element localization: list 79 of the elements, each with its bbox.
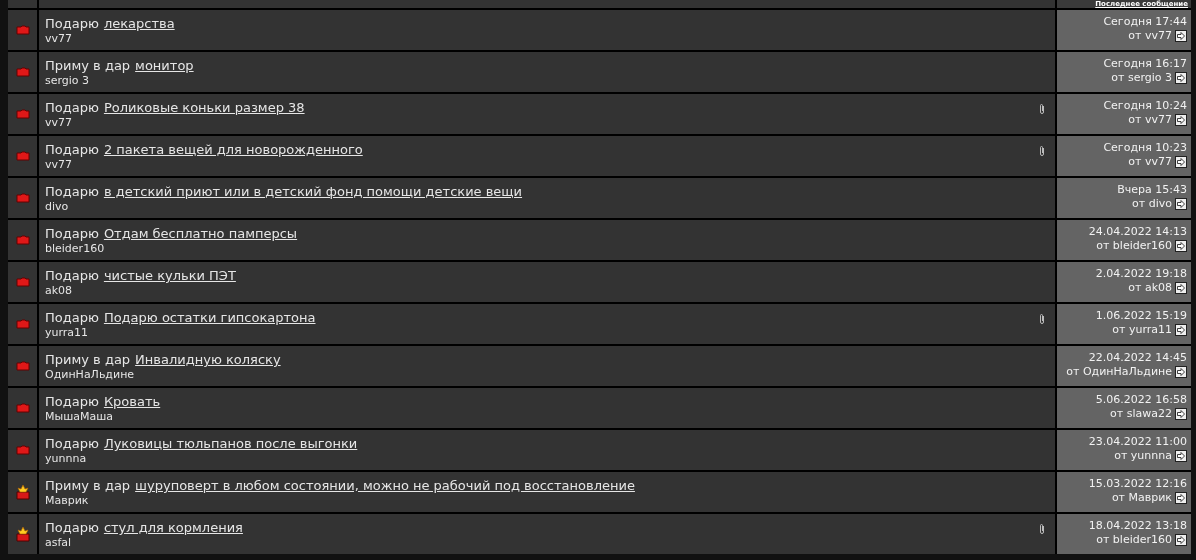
last-post-date: 2.04.2022 19:18 [1095, 267, 1187, 281]
go-to-post-icon[interactable] [1175, 156, 1187, 168]
go-to-post-icon[interactable] [1175, 408, 1187, 420]
last-post-author: от sergio 3 [1111, 71, 1172, 85]
last-post-author: от bleider160 [1096, 239, 1172, 253]
last-post-date: 18.04.2022 13:18 [1088, 519, 1187, 533]
go-to-post-icon[interactable] [1175, 240, 1187, 252]
thread-title-link[interactable]: стул для кормления [103, 519, 243, 536]
thread-author: vv77 [45, 32, 74, 46]
thread-author: vv77 [45, 116, 74, 130]
thread-title-link[interactable]: Роликовые коньки размер 38 [103, 99, 305, 116]
last-post-date: Сегодня 16:17 [1103, 57, 1187, 71]
thread-title-link[interactable]: Луковицы тюльпанов после выгонки [103, 435, 358, 452]
thread-author: yurra11 [45, 326, 90, 340]
thread-prefix: Подарю [45, 99, 99, 116]
last-post-author: от yunnna [1114, 449, 1172, 463]
thread-author: yunnna [45, 452, 88, 466]
thread-prefix: Подарю [45, 435, 99, 452]
thread-prefix: Приму в дар [45, 57, 131, 74]
last-post-date: 22.04.2022 14:45 [1088, 351, 1187, 365]
go-to-post-icon[interactable] [1175, 30, 1187, 42]
go-to-post-icon[interactable] [1175, 534, 1187, 546]
go-to-post-icon[interactable] [1175, 324, 1187, 336]
go-to-post-icon[interactable] [1175, 492, 1187, 504]
last-post-author: от divo [1132, 197, 1172, 211]
thread-prefix: Подарю [45, 225, 99, 242]
thread-prefix: Подарю [45, 15, 99, 32]
last-post-date: 5.06.2022 16:58 [1095, 393, 1187, 407]
thread-title-link[interactable]: Инвалидную коляску [135, 351, 281, 368]
thread-author: ОдинНаЛьдине [45, 368, 136, 382]
thread-title-link[interactable]: в детский приют или в детский фонд помощи детские вещи [103, 183, 523, 200]
thread-prefix: Подарю [45, 183, 99, 200]
thread-title-link[interactable]: шуруповерт в любом состоянии, можно не рабочий под восстановление [135, 477, 635, 494]
thread-prefix: Подарю [45, 141, 99, 158]
last-post-author: от yurra11 [1112, 323, 1172, 337]
last-post-author: от slawa22 [1110, 407, 1172, 421]
thread-author: МышаМаша [45, 410, 115, 424]
last-post-date: Сегодня 10:24 [1103, 99, 1187, 113]
thread-title-link[interactable]: монитор [135, 57, 194, 74]
last-post-date: 1.06.2022 15:19 [1095, 309, 1187, 323]
go-to-post-icon[interactable] [1175, 450, 1187, 462]
last-post-date: Сегодня 17:44 [1103, 15, 1187, 29]
thread-prefix: Подарю [45, 267, 99, 284]
thread-author: sergio 3 [45, 74, 91, 88]
last-post-author: от vv77 [1128, 155, 1172, 169]
header-cell [8, 0, 37, 8]
go-to-post-icon[interactable] [1175, 198, 1187, 210]
last-post-date: Вчера 15:43 [1117, 183, 1187, 197]
thread-title-link[interactable]: Отдам бесплатно памперсы [103, 225, 298, 242]
thread-title-link[interactable]: лекарства [103, 15, 175, 32]
thread-author: divo [45, 200, 70, 214]
last-post-author: от vv77 [1128, 29, 1172, 43]
thread-author: Маврик [45, 494, 90, 508]
last-post-date: Сегодня 10:23 [1103, 141, 1187, 155]
go-to-post-icon[interactable] [1175, 366, 1187, 378]
thread-title-link[interactable]: чистые кульки ПЭТ [103, 267, 236, 284]
thread-title-link[interactable]: Кровать [103, 393, 161, 410]
thread-author: ak08 [45, 284, 74, 298]
last-post-date: 15.03.2022 12:16 [1088, 477, 1187, 491]
last-post-date: 24.04.2022 14:13 [1088, 225, 1187, 239]
thread-prefix: Подарю [45, 393, 99, 410]
thread-prefix: Приму в дар [45, 351, 131, 368]
thread-author: asfal [45, 536, 73, 550]
thread-prefix: Приму в дар [45, 477, 131, 494]
last-post-author: от ak08 [1128, 281, 1172, 295]
thread-title-link[interactable]: Подарю остатки гипсокартона [103, 309, 316, 326]
last-post-author: от ОдинНаЛьдине [1066, 365, 1172, 379]
thread-title-link[interactable]: 2 пакета вещей для новорожденного [103, 141, 363, 158]
last-post-author: от vv77 [1128, 113, 1172, 127]
thread-prefix: Подарю [45, 309, 99, 326]
thread-author: vv77 [45, 158, 74, 172]
go-to-post-icon[interactable] [1175, 72, 1187, 84]
last-post-date: 23.04.2022 11:00 [1088, 435, 1187, 449]
last-post-author: от Маврик [1111, 491, 1172, 505]
go-to-post-icon[interactable] [1175, 282, 1187, 294]
thread-prefix: Подарю [45, 519, 99, 536]
thread-author: bleider160 [45, 242, 106, 256]
last-post-author: от bleider160 [1096, 533, 1172, 547]
go-to-post-icon[interactable] [1175, 114, 1187, 126]
